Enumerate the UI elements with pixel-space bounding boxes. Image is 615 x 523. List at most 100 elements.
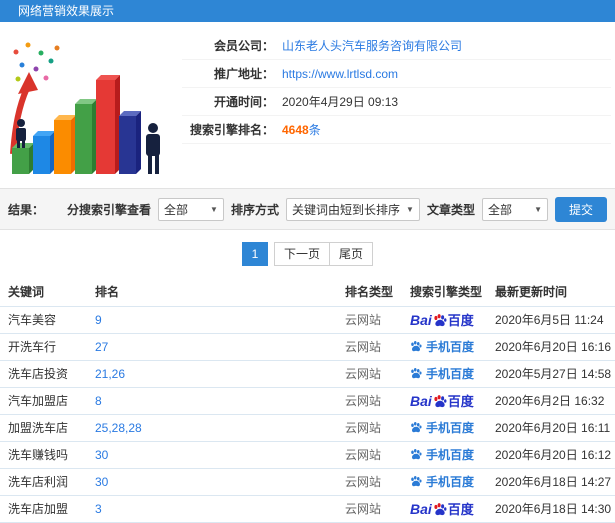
person-right-icon xyxy=(146,123,160,174)
last-page-button[interactable]: 尾页 xyxy=(329,242,374,266)
info-row-url: 推广地址： https://www.lrtlsd.com xyxy=(182,60,611,88)
keyword-cell: 汽车美容 xyxy=(0,306,87,334)
keyword-cell: 洗车赚钱吗 xyxy=(0,441,87,469)
baidu-paw-icon xyxy=(434,313,447,326)
engine-cell: Bai 百度 手机百度 xyxy=(402,333,487,361)
mobile-baidu-paw-icon xyxy=(411,449,422,460)
info-row-rank-count: 搜索引擎排名： 4648条 xyxy=(182,116,611,144)
sort-filter-label: 排序方式 xyxy=(230,202,279,217)
sort-select[interactable]: 关键词由短到长排序 ▼ xyxy=(285,197,420,221)
engine-cell: Bai 百度 手机百度 xyxy=(402,306,487,334)
company-link[interactable]: 山东老人头汽车服务咨询有限公司 xyxy=(282,37,462,54)
rank-count-suffix: 条 xyxy=(308,123,321,137)
rank-count-label: 搜索引擎排名： xyxy=(189,123,274,137)
rank-link[interactable]: 25,28,28 xyxy=(95,421,142,435)
update-time-cell: 2020年6月20日 16:12 xyxy=(487,441,615,469)
mobile-baidu-logo: 手机百度 xyxy=(410,473,474,490)
results-table-body: 汽车美容 9 云网站 Bai 百度 2020年6月5日 11:24 开洗车行 2… xyxy=(0,306,615,523)
chevron-down-icon: ▼ xyxy=(210,204,218,214)
baidu-logo: Bai 百度 xyxy=(410,311,474,329)
submit-button[interactable]: 提交 xyxy=(554,196,607,222)
header-update-time: 最新更新时间 xyxy=(487,278,615,307)
header-keyword: 关键词 xyxy=(0,278,87,307)
pagination: 1 下一页 尾页 xyxy=(0,242,615,266)
header-rank-type: 排名类型 xyxy=(337,278,402,307)
keyword-cell: 洗车店加盟 xyxy=(0,495,87,523)
rank-type-cell: 云网站 xyxy=(337,414,402,442)
page-title: 网络营销效果展示 xyxy=(0,0,615,22)
sort-select-value: 关键词由短到长排序 xyxy=(291,202,400,217)
rank-link[interactable]: 8 xyxy=(95,394,102,408)
chevron-down-icon: ▼ xyxy=(406,204,414,214)
rank-type-cell: 云网站 xyxy=(337,387,402,415)
table-row: 洗车赚钱吗 30 云网站 Bai 百度 xyxy=(0,441,615,469)
update-time-cell: 2020年6月5日 11:24 xyxy=(487,306,615,334)
rank-link[interactable]: 27 xyxy=(95,340,108,354)
table-row: 汽车加盟店 8 云网站 Bai 百度 2020年6月2日 16:32 xyxy=(0,387,615,415)
rank-link[interactable]: 30 xyxy=(95,475,108,489)
rank-link[interactable]: 30 xyxy=(95,448,108,462)
engine-cell: Bai 百度 手机百度 xyxy=(402,360,487,388)
engine-cell: Bai 百度 手机百度 xyxy=(402,414,487,442)
baidu-paw-icon xyxy=(434,394,447,407)
promo-url-label: 推广地址： xyxy=(213,67,274,81)
info-row-company: 会员公司： 山东老人头汽车服务咨询有限公司 xyxy=(182,32,611,60)
rank-type-cell: 云网站 xyxy=(337,333,402,361)
keyword-cell: 汽车加盟店 xyxy=(0,387,87,415)
filter-bar: 结果： 分搜索引擎查看 全部 ▼ 排序方式 关键词由短到长排序 ▼ 文章类型 全… xyxy=(0,188,615,230)
summary-section: 会员公司： 山东老人头汽车服务咨询有限公司 推广地址： https://www.… xyxy=(0,22,615,188)
next-page-button[interactable]: 下一页 xyxy=(273,242,330,266)
info-row-open-time: 开通时间： 2020年4月29日 09:13 xyxy=(182,88,611,116)
update-time-cell: 2020年6月20日 16:11 xyxy=(487,414,615,442)
engine-cell: Bai 百度 手机百度 xyxy=(402,441,487,469)
mobile-baidu-paw-icon xyxy=(411,341,422,352)
member-info: 会员公司： 山东老人头汽车服务咨询有限公司 推广地址： https://www.… xyxy=(182,22,615,188)
promo-url-link[interactable]: https://www.lrtlsd.com xyxy=(282,67,398,81)
mobile-baidu-logo: 手机百度 xyxy=(410,365,474,382)
result-label: 结果： xyxy=(8,202,45,217)
update-time-cell: 2020年6月2日 16:32 xyxy=(487,387,615,415)
type-select[interactable]: 全部 ▼ xyxy=(481,197,548,221)
engine-cell: Bai 百度 手机百度 xyxy=(402,495,487,523)
rank-type-cell: 云网站 xyxy=(337,306,402,334)
keyword-cell: 开洗车行 xyxy=(0,333,87,361)
type-filter-label: 文章类型 xyxy=(426,202,475,217)
scatter-dots xyxy=(13,42,60,82)
table-row: 汽车美容 9 云网站 Bai 百度 2020年6月5日 11:24 xyxy=(0,306,615,334)
table-row: 洗车店利润 30 云网站 Bai 百度 xyxy=(0,468,615,496)
keyword-cell: 洗车店投资 xyxy=(0,360,87,388)
mobile-baidu-logo: 手机百度 xyxy=(410,419,474,436)
keyword-cell: 加盟洗车店 xyxy=(0,414,87,442)
rank-type-cell: 云网站 xyxy=(337,441,402,469)
table-row: 洗车店加盟 3 云网站 Bai 百度 2020年6月18日 14:30 xyxy=(0,495,615,523)
baidu-logo: Bai 百度 xyxy=(410,500,474,518)
table-row: 开洗车行 27 云网站 Bai 百度 xyxy=(0,333,615,361)
rank-count-value: 4648 xyxy=(282,123,309,137)
update-time-cell: 2020年5月27日 14:58 xyxy=(487,360,615,388)
engine-cell: Bai 百度 手机百度 xyxy=(402,468,487,496)
table-header-row: 关键词 排名 排名类型 搜索引擎类型 最新更新时间 xyxy=(0,278,615,307)
baidu-paw-icon xyxy=(434,502,447,515)
engine-select-value: 全部 xyxy=(163,202,188,217)
page-current[interactable]: 1 xyxy=(241,242,268,266)
type-select-value: 全部 xyxy=(487,202,512,217)
engine-select[interactable]: 全部 ▼ xyxy=(157,197,224,221)
mobile-baidu-logo: 手机百度 xyxy=(410,446,474,463)
company-label: 会员公司： xyxy=(213,39,274,53)
rank-link[interactable]: 3 xyxy=(95,502,102,516)
bar-chart-illustration xyxy=(0,22,182,188)
header-engine-type: 搜索引擎类型 xyxy=(402,278,487,307)
mobile-baidu-paw-icon xyxy=(411,368,422,379)
header-rank: 排名 xyxy=(87,278,337,307)
baidu-logo: Bai 百度 xyxy=(410,392,474,410)
results-table: 关键词 排名 排名类型 搜索引擎类型 最新更新时间 汽车美容 9 云网站 Bai… xyxy=(0,278,615,523)
table-row: 洗车店投资 21,26 云网站 Bai 百度 xyxy=(0,360,615,388)
rank-link[interactable]: 9 xyxy=(95,313,102,327)
rank-type-cell: 云网站 xyxy=(337,468,402,496)
rank-type-cell: 云网站 xyxy=(337,360,402,388)
rank-type-cell: 云网站 xyxy=(337,495,402,523)
engine-filter-label: 分搜索引擎查看 xyxy=(66,202,151,217)
mobile-baidu-logo: 手机百度 xyxy=(410,338,474,355)
chevron-down-icon: ▼ xyxy=(534,204,542,214)
rank-link[interactable]: 21,26 xyxy=(95,367,125,381)
